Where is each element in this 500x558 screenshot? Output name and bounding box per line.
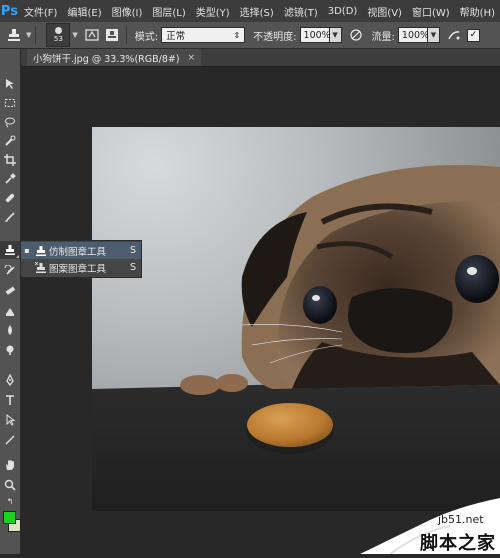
eraser-icon[interactable] (0, 282, 20, 300)
document-tab-bar: 小狗饼干.jpg @ 33.3%(RGB/8#) × (21, 49, 500, 67)
dodge-icon[interactable] (0, 341, 20, 359)
line-icon[interactable] (0, 431, 20, 449)
menu-bar: Ps 文件(F) 编辑(E) 图像(I) 图层(L) 类型(Y) 选择(S) 滤… (0, 0, 500, 22)
separator (125, 26, 127, 44)
gradient-icon[interactable] (0, 302, 20, 320)
flyout-item-label: 图案图章工具 (49, 263, 107, 275)
document-tab-title: 小狗饼干.jpg @ 33.3%(RGB/8#) (33, 53, 180, 65)
clone-stamp-flyout-menu: ▪ 仿制图章工具 S 图案图章工具 S (20, 240, 142, 278)
clone-stamp-preset-icon[interactable] (4, 25, 24, 45)
clone-source-panel-icon[interactable] (102, 25, 122, 45)
document-tab[interactable]: 小狗饼干.jpg @ 33.3%(RGB/8#) × (27, 49, 202, 66)
tools-panel: ↰ (0, 49, 21, 554)
pressure-opacity-icon[interactable] (346, 25, 366, 45)
clone-stamp-icon[interactable] (0, 241, 20, 259)
lasso-icon[interactable] (0, 113, 20, 131)
brush-panel-icon[interactable] (82, 25, 102, 45)
foreground-color-swatch[interactable] (3, 511, 16, 524)
opacity-field[interactable]: 100% (299, 27, 331, 43)
flyout-item-pattern-stamp[interactable]: 图案图章工具 S (21, 259, 141, 276)
menu-3d[interactable]: 3D(D) (323, 6, 363, 17)
menu-layer[interactable]: 图层(L) (147, 4, 190, 19)
selected-bullet-icon: ▪ (24, 246, 30, 255)
canvas-image-pug-with-cookie[interactable] (92, 127, 500, 511)
flow-label: 流量: (371, 31, 395, 43)
zoom-icon[interactable] (0, 476, 20, 494)
history-brush-icon[interactable] (0, 262, 20, 280)
flyout-item-shortcut: S (129, 262, 137, 273)
menu-file[interactable]: 文件(F) (19, 4, 63, 19)
select-updown-icon: ⇕ (233, 30, 241, 40)
menu-help[interactable]: 帮助(H) (455, 4, 500, 19)
photoshop-window: Ps 文件(F) 编辑(E) 图像(I) 图层(L) 类型(Y) 选择(S) 滤… (0, 0, 500, 555)
flyout-item-shortcut: S (129, 245, 137, 256)
hand-icon[interactable] (0, 456, 20, 474)
options-bar: ▼ 53 ▼ 模式: 正常 ⇕ 不透明度: 100% ▼ 流量: 100% ▼ … (0, 22, 500, 49)
menu-filter[interactable]: 滤镜(T) (279, 4, 323, 19)
opacity-value: 100% (303, 29, 331, 41)
watermark-text: 脚本之家 (420, 533, 496, 554)
path-select-icon[interactable] (0, 411, 20, 429)
crop-icon[interactable] (0, 151, 20, 169)
aligned-checkbox[interactable]: ✓ (466, 28, 480, 42)
menu-select[interactable]: 选择(S) (235, 4, 279, 19)
flow-field[interactable]: 100% (397, 27, 430, 43)
brush-size-picker[interactable]: 53 (46, 23, 71, 47)
pattern-stamp-icon (33, 261, 49, 274)
opacity-label: 不透明度: (253, 31, 297, 43)
menu-type[interactable]: 类型(Y) (191, 4, 235, 19)
mode-value: 正常 (166, 31, 186, 42)
photoshop-logo: Ps (0, 3, 18, 19)
brush-tip-icon (54, 27, 62, 34)
marquee-icon[interactable] (0, 94, 20, 112)
watermark-url: jb51.net (438, 513, 484, 526)
tool-group-indicator-icon (16, 255, 19, 258)
menu-image[interactable]: 图像(I) (107, 4, 148, 19)
blur-icon[interactable] (0, 321, 20, 339)
airbrush-icon[interactable] (444, 25, 464, 45)
separator (35, 26, 37, 44)
brush-icon[interactable] (0, 208, 20, 226)
menu-window[interactable]: 窗口(W) (407, 4, 455, 19)
mode-label: 模式: (134, 31, 159, 43)
flow-dropdown-icon[interactable]: ▼ (427, 27, 440, 43)
brush-size-value: 53 (53, 35, 63, 43)
healing-brush-icon[interactable] (0, 189, 20, 207)
close-tab-icon[interactable]: × (188, 53, 196, 63)
flow-value: 100% (401, 29, 430, 41)
mode-select[interactable]: 正常 ⇕ (161, 27, 246, 43)
quick-select-icon[interactable] (0, 132, 20, 150)
menu-view[interactable]: 视图(V) (362, 4, 407, 19)
flyout-item-label: 仿制图章工具 (49, 246, 107, 258)
flyout-item-clone-stamp[interactable]: ▪ 仿制图章工具 S (21, 242, 141, 259)
swap-colors-icon[interactable]: ↰ (0, 495, 20, 507)
clone-stamp-icon (33, 245, 49, 257)
preset-caret-icon[interactable]: ▼ (26, 31, 31, 39)
type-icon[interactable] (0, 391, 20, 409)
opacity-dropdown-icon[interactable]: ▼ (329, 27, 342, 43)
menu-edit[interactable]: 编辑(E) (62, 4, 106, 19)
brush-caret-icon[interactable]: ▼ (72, 31, 77, 39)
eyedropper-icon[interactable] (0, 170, 20, 188)
move-icon[interactable] (0, 75, 20, 93)
pen-icon[interactable] (0, 371, 20, 389)
